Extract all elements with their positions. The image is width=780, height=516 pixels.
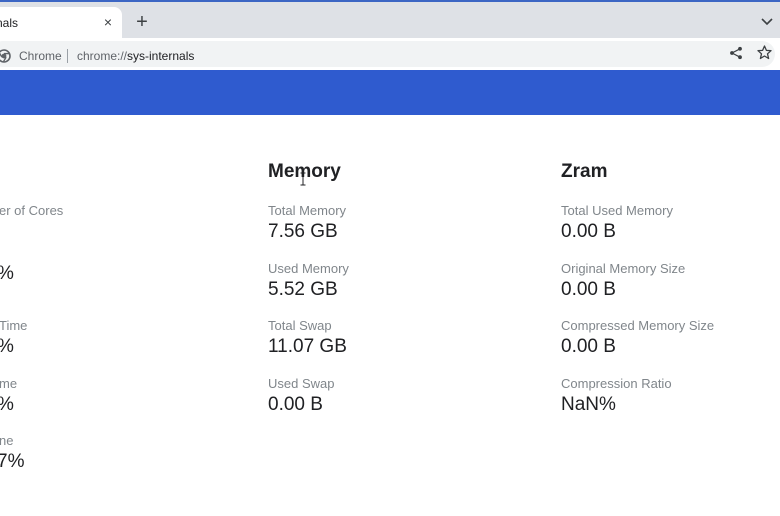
header-banner (0, 70, 780, 115)
omnibox-divider (67, 49, 68, 63)
memory-item-total: Total Memory 7.56 GB (268, 203, 347, 242)
zram-item-compressed-size: Compressed Memory Size 0.00 B (561, 318, 715, 357)
plus-icon[interactable]: + (133, 12, 151, 32)
tab-sys-internals[interactable]: rnals × (0, 7, 122, 40)
star-icon[interactable] (757, 45, 772, 60)
cpu-item-usage: % (0, 261, 14, 285)
site-chip-label: Chrome (19, 49, 62, 63)
zram-item-total-used: Total Used Memory 0.00 B (561, 203, 673, 242)
share-icon[interactable] (729, 46, 743, 60)
cpu-item-time-3: ne 7% (0, 433, 25, 472)
toolbar: Chrome chrome://sys-internals (0, 38, 780, 70)
memory-item-used: Used Memory 5.52 GB (268, 261, 349, 300)
chevron-down-icon[interactable] (760, 14, 774, 28)
memory-item-used-swap: Used Swap 0.00 B (268, 376, 335, 415)
address-bar[interactable]: Chrome chrome://sys-internals (0, 41, 775, 67)
main-content: er of Cores % Time % me % ne 7% Memory T… (0, 115, 780, 516)
url-text[interactable]: chrome://sys-internals (77, 49, 194, 63)
cpu-item-time-2: me % (0, 376, 18, 415)
chrome-logo-icon (0, 49, 11, 63)
memory-item-total-swap: Total Swap 11.07 GB (268, 318, 347, 357)
zram-title: Zram (561, 161, 608, 182)
cpu-item-time: Time % (0, 318, 28, 357)
zram-item-original-size: Original Memory Size 0.00 B (561, 261, 686, 300)
text-cursor-icon (300, 172, 306, 186)
tab-title: rnals (0, 16, 19, 30)
cpu-item-cores: er of Cores (0, 203, 64, 218)
close-icon[interactable]: × (100, 14, 116, 30)
tab-strip: rnals × + (0, 0, 780, 40)
zram-item-compression-ratio: Compression Ratio NaN% (561, 376, 672, 415)
